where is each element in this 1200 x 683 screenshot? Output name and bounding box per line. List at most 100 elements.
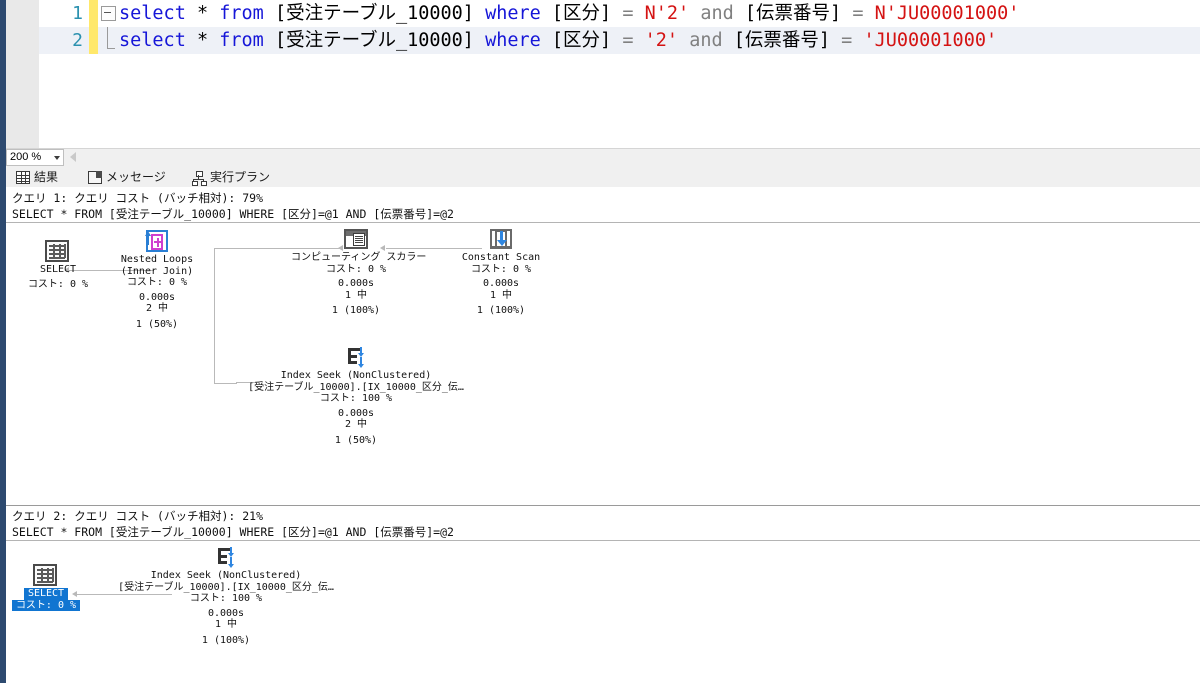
editor-indicator-margin <box>6 0 40 148</box>
outline-bracket-icon <box>107 27 115 49</box>
code-seg: select <box>119 3 197 24</box>
node-stat-line: コスト: 0 % <box>27 278 89 290</box>
execution-plan-pane-1[interactable]: クエリ 1: クエリ コスト (バッチ相対): 79% SELECT * FRO… <box>6 188 1200 506</box>
tab-results-label: 結果 <box>34 170 59 184</box>
tab-messages[interactable]: メッセージ <box>86 168 166 187</box>
code-seg: = <box>841 30 864 51</box>
collapse-outline-icon[interactable] <box>101 6 116 21</box>
node-title-line: (Inner Join) <box>120 265 194 277</box>
code-seg: = <box>622 3 645 24</box>
tab-execution-plan[interactable]: 実行プラン <box>190 168 270 187</box>
code-line[interactable]: 2 select * from [受注テーブル_10000] where [区分… <box>39 27 1200 54</box>
node-stat-line: 2 中 <box>344 419 368 430</box>
code-line[interactable]: 1 select * from [受注テーブル_10000] where [区分… <box>39 0 1200 27</box>
node-stat-line: 1 (50%) <box>334 434 378 446</box>
zoom-level-combo[interactable]: 200 % <box>6 149 64 166</box>
select-node-stats: コスト: 0 % <box>6 279 110 291</box>
chevron-down-icon[interactable] <box>54 156 60 160</box>
code-seg: [区分] <box>551 3 623 24</box>
scroll-left-icon[interactable] <box>70 152 76 162</box>
tab-results[interactable]: 結果 <box>14 168 58 187</box>
editor-status-strip: 200 % <box>6 148 1200 167</box>
index-seek-node[interactable]: Index Seek (NonClustered) [受注テーブル_10000]… <box>66 546 386 646</box>
editor-text-area[interactable]: 1 select * from [受注テーブル_10000] where [区分… <box>39 0 1200 148</box>
index-seek-icon <box>213 546 239 570</box>
code-seg: where <box>485 30 552 51</box>
code-seg: N'2' <box>644 3 701 24</box>
select-icon <box>33 564 59 588</box>
code-seg: [受注テーブル_10000] <box>274 3 486 24</box>
tab-messages-label: メッセージ <box>106 170 166 184</box>
index-seek-node-title: Index Seek (NonClustered) [受注テーブル_10000]… <box>66 570 386 605</box>
code-seg: and <box>700 3 745 24</box>
code-seg: * <box>196 3 220 24</box>
line-number: 2 <box>72 30 83 51</box>
index-seek-icon <box>343 346 369 370</box>
node-title-line: Index Seek (NonClustered) <box>280 370 432 381</box>
nested-loops-icon <box>144 230 170 254</box>
node-stat-line: 0.000s <box>207 607 245 619</box>
select-node[interactable]: SELECT コスト: 0 % <box>6 240 110 290</box>
node-title-line: [受注テーブル_10000].[IX_10000_区分_伝… <box>248 381 464 393</box>
select-node-title: SELECT <box>6 264 110 276</box>
plan-1-statement: SELECT * FROM [受注テーブル_10000] WHERE [区分]=… <box>12 207 454 221</box>
node-title-line: SELECT <box>39 264 77 275</box>
node-title-line: [受注テーブル_10000].[IX_10000_区分_伝… <box>118 581 334 593</box>
node-stat-line: 2 中 <box>145 303 169 314</box>
compute-scalar-node[interactable]: コンピューティング スカラー コスト: 0 % 0.000s 1 中 1 (10… <box>291 228 427 317</box>
ssms-window: 1 select * from [受注テーブル_10000] where [区分… <box>0 0 1200 683</box>
code-text-line-2: select * from [受注テーブル_10000] where [区分] … <box>119 27 997 54</box>
node-title-line: Index Seek (NonClustered) <box>150 570 302 581</box>
node-stat-line: 0.000s <box>138 291 176 303</box>
node-stat-line: 1 (100%) <box>201 634 251 646</box>
code-seg: [伝票番号] <box>744 3 853 24</box>
node-stat-line: 1 (100%) <box>476 305 526 316</box>
nested-loops-node[interactable]: Nested Loops (Inner Join) コスト: 0 % 0.000… <box>102 230 212 330</box>
constant-scan-node[interactable]: Constant Scan コスト: 0 % 0.000s 1 中 1 (100… <box>443 228 559 317</box>
constant-scan-node-title: Constant Scan コスト: 0 % <box>443 252 559 275</box>
code-seg: '2' <box>644 30 690 51</box>
node-stat-line: 1 (100%) <box>331 305 381 316</box>
node-title-line: SELECT <box>23 588 69 600</box>
code-text-line-1: select * from [受注テーブル_10000] where [区分] … <box>119 0 1019 27</box>
code-seg: from <box>219 30 275 51</box>
node-stat-line: 1 (50%) <box>135 318 179 330</box>
index-seek-node-stats: 0.000s 2 中 1 (50%) <box>196 408 516 447</box>
code-seg: from <box>219 3 275 24</box>
compute-scalar-node-title: コンピューティング スカラー コスト: 0 % <box>291 252 427 275</box>
index-seek-node[interactable]: Index Seek (NonClustered) [受注テーブル_10000]… <box>196 346 516 446</box>
sql-editor[interactable]: 1 select * from [受注テーブル_10000] where [区分… <box>6 0 1200 148</box>
node-stat-line: 0.000s <box>482 278 520 289</box>
grid-icon <box>16 171 30 184</box>
select-icon <box>45 240 71 264</box>
node-title-line: コスト: 0 % <box>325 263 387 275</box>
plan-1-header: クエリ 1: クエリ コスト (バッチ相対): 79% <box>12 191 264 205</box>
code-seg: where <box>485 3 552 24</box>
node-stat-line: 1 中 <box>214 619 238 630</box>
results-tab-bar: 結果 メッセージ 実行プラン <box>6 166 1200 189</box>
compute-scalar-icon <box>343 228 369 252</box>
message-icon <box>88 171 102 184</box>
code-seg: [伝票番号] <box>733 30 842 51</box>
node-title-line: Constant Scan <box>461 252 541 263</box>
execution-plan-pane-2[interactable]: クエリ 2: クエリ コスト (バッチ相対): 21% SELECT * FRO… <box>6 506 1200 683</box>
node-stat-line: 0.000s <box>337 278 375 289</box>
tab-execution-plan-label: 実行プラン <box>210 170 271 184</box>
compute-scalar-node-stats: 0.000s 1 中 1 (100%) <box>291 278 421 317</box>
index-seek-node-stats: 0.000s 1 中 1 (100%) <box>66 608 386 647</box>
nested-loops-node-title: Nested Loops (Inner Join) コスト: 0 % <box>102 254 212 289</box>
nested-loops-node-stats: 0.000s 2 中 1 (50%) <box>102 292 212 331</box>
line-number: 1 <box>72 3 83 24</box>
constant-scan-node-stats: 0.000s 1 中 1 (100%) <box>443 278 559 317</box>
change-bar <box>89 0 98 27</box>
node-stat-line: 1 中 <box>489 289 513 301</box>
zoom-level-value: 200 % <box>10 151 42 163</box>
plan-2-header: クエリ 2: クエリ コスト (バッチ相対): 21% <box>12 509 264 523</box>
code-seg: 'JU00001000' <box>863 30 998 51</box>
code-seg: [区分] <box>551 30 623 51</box>
constant-scan-icon <box>488 228 514 252</box>
node-title-line: コンピューティング スカラー <box>291 252 427 263</box>
code-seg: and <box>689 30 734 51</box>
plan-1-header-rule <box>6 222 1200 223</box>
plan-icon <box>192 171 207 186</box>
